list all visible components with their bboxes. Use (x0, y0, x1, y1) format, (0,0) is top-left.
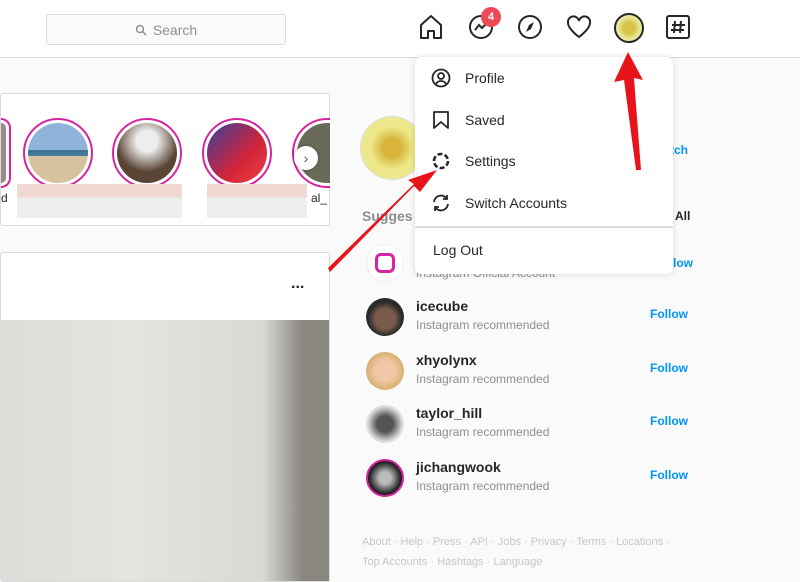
arrow-to-avatar (614, 52, 643, 170)
arrow-to-settings (328, 170, 437, 272)
annotation-arrows (328, 52, 643, 272)
